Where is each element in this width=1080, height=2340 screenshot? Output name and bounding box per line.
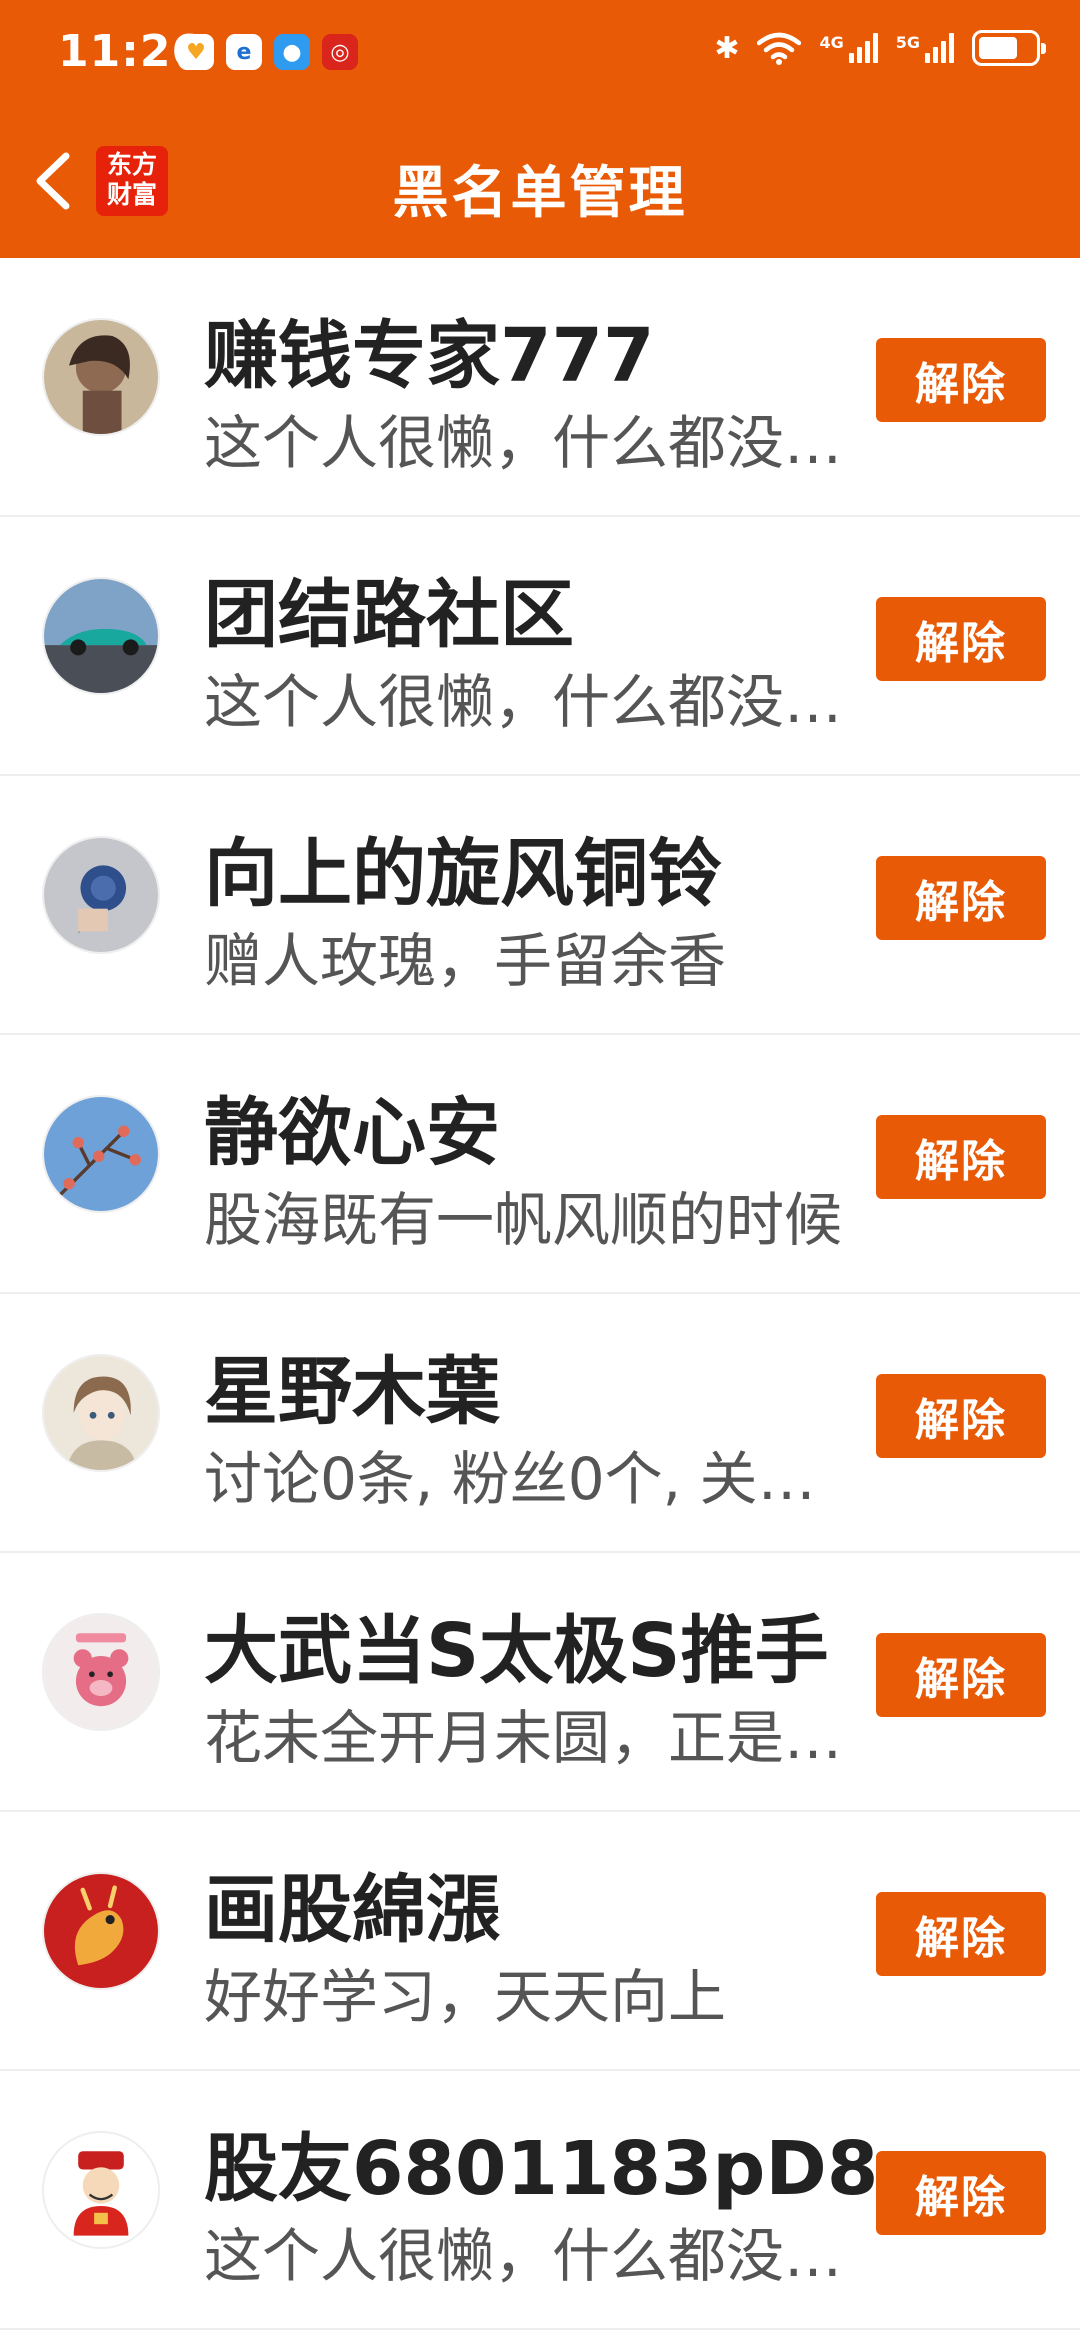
page-title: 黑名单管理 (392, 161, 688, 226)
status-bar: 11:26 ♥ e ● ◎ ✱ 4G 5G (0, 0, 1080, 105)
unblock-button[interactable]: 解除 (876, 856, 1046, 940)
user-signature: 这个人很懒，什么都没有留下 (204, 409, 854, 477)
message-icon: ● (274, 34, 310, 70)
user-signature: 这个人很懒，什么都没有留下 (204, 668, 854, 736)
unblock-button[interactable]: 解除 (876, 338, 1046, 422)
unblock-button[interactable]: 解除 (876, 597, 1046, 681)
bluetooth-icon: ✱ (714, 30, 740, 66)
user-name: 静欲心安 (204, 1090, 500, 1176)
blocked-user-list: 赚钱专家777 这个人很懒，什么都没有留下 解除 团结路社区 这个人很懒，什么都… (0, 258, 1080, 2330)
avatar[interactable] (42, 318, 160, 436)
unblock-button[interactable]: 解除 (876, 1892, 1046, 1976)
user-signature: 讨论0条, 粉丝0个, 关注0个 (204, 1445, 854, 1513)
avatar[interactable] (42, 1354, 160, 1472)
user-signature: 好好学习，天天向上 (204, 1963, 727, 2031)
list-item: 股友6801183pD8 这个人很懒，什么都没有留下 解除 (0, 2071, 1080, 2330)
list-item: 静欲心安 股海既有一帆风顺的时候 解除 (0, 1035, 1080, 1294)
user-signature: 赠人玫瑰，手留余香 (204, 927, 727, 995)
list-item: 画股綿漲 好好学习，天天向上 解除 (0, 1812, 1080, 2071)
user-signature: 这个人很懒，什么都没有留下 (204, 2222, 854, 2290)
avatar[interactable] (42, 836, 160, 954)
user-name: 大武当S太极S推手 (204, 1608, 829, 1694)
status-app-icons: ♥ e ● ◎ (178, 34, 358, 70)
bank-icon: ◎ (322, 34, 358, 70)
battery-icon (972, 30, 1046, 66)
app-icon-orange: ♥ (178, 34, 214, 70)
signal-5g-icon: 5G (896, 33, 954, 63)
user-signature: 股海既有一帆风顺的时候 (204, 1186, 843, 1254)
user-name: 团结路社区 (204, 572, 574, 658)
list-item: 团结路社区 这个人很懒，什么都没有留下 解除 (0, 517, 1080, 776)
signal-4g-icon: 4G (819, 33, 878, 63)
list-item: 赚钱专家777 这个人很懒，什么都没有留下 解除 (0, 258, 1080, 517)
avatar[interactable] (42, 2131, 160, 2249)
user-name: 星野木葉 (204, 1349, 500, 1435)
unblock-button[interactable]: 解除 (876, 2151, 1046, 2235)
user-name: 赚钱专家777 (204, 313, 655, 399)
unblock-button[interactable]: 解除 (876, 1115, 1046, 1199)
avatar[interactable] (42, 1872, 160, 1990)
nav-bar: 东方 财富 黑名单管理 (0, 130, 1080, 230)
user-name: 画股綿漲 (204, 1867, 500, 1953)
wifi-icon (757, 32, 802, 65)
list-item: 星野木葉 讨论0条, 粉丝0个, 关注0个 解除 (0, 1294, 1080, 1553)
user-name: 股友6801183pD8 (204, 2126, 879, 2212)
telecom-icon: e (226, 34, 262, 70)
unblock-button[interactable]: 解除 (876, 1633, 1046, 1717)
list-item: 向上的旋风铜铃 赠人玫瑰，手留余香 解除 (0, 776, 1080, 1035)
avatar[interactable] (42, 1613, 160, 1731)
avatar[interactable] (42, 1095, 160, 1213)
list-item: 大武当S太极S推手 花未全开月未圆，正是好时候 解除 (0, 1553, 1080, 1812)
status-indicators: ✱ 4G 5G (714, 30, 1046, 66)
user-name: 向上的旋风铜铃 (204, 831, 722, 917)
avatar[interactable] (42, 577, 160, 695)
unblock-button[interactable]: 解除 (876, 1374, 1046, 1458)
user-signature: 花未全开月未圆，正是好时候 (204, 1704, 854, 1772)
app-header: 11:26 ♥ e ● ◎ ✱ 4G 5G 东方 财富 黑名单管理 (0, 0, 1080, 258)
